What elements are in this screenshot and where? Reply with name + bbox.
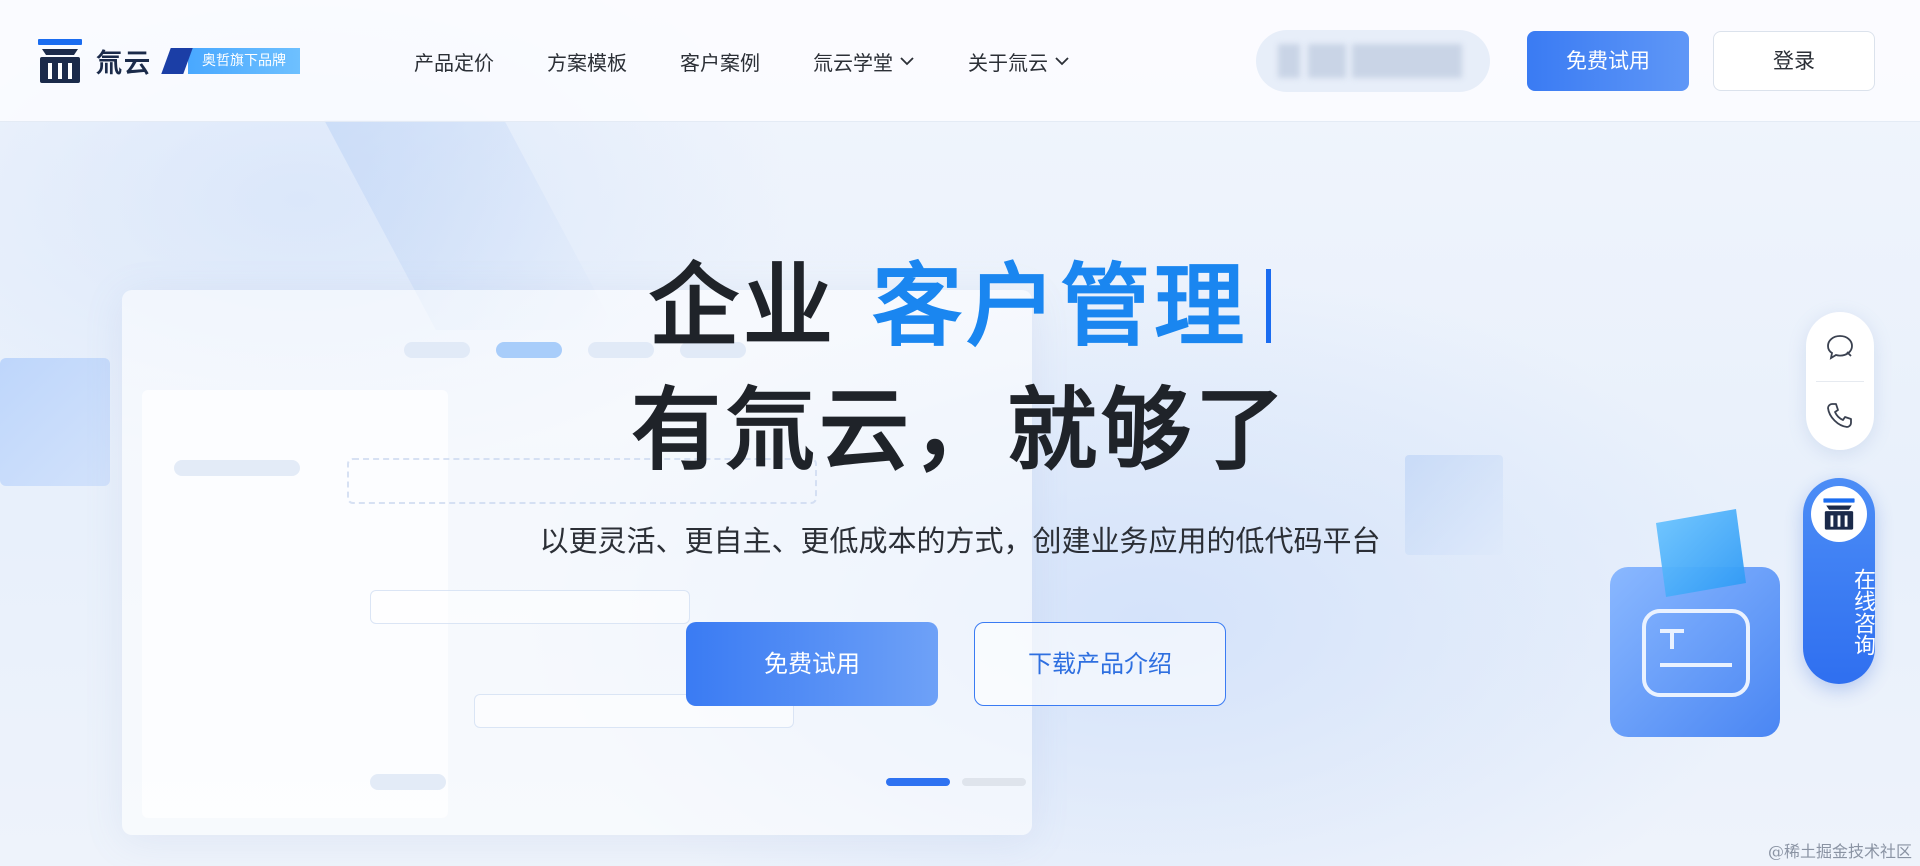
online-consult-button[interactable]: 在线咨询: [1803, 478, 1875, 684]
main-nav: 产品定价 方案模板 客户案例 氚云学堂 关于氚云: [414, 44, 1123, 78]
blurred-contact-area: [1256, 30, 1490, 92]
phone-icon[interactable]: [1825, 400, 1855, 430]
carousel-dot-1[interactable]: [886, 778, 950, 786]
logo[interactable]: 氚云 奥哲旗下品牌: [36, 37, 301, 85]
nav-item-templates[interactable]: 方案模板: [547, 47, 627, 76]
nav-item-pricing[interactable]: 产品定价: [414, 47, 494, 76]
consult-label: 在线咨询: [1850, 568, 1875, 656]
chat-bubble-icon[interactable]: [1825, 332, 1855, 362]
nav-item-label: 产品定价: [414, 50, 494, 75]
mockup-field: [370, 590, 690, 624]
blurred-block: [1278, 44, 1300, 78]
download-brochure-button[interactable]: 下载产品介绍: [974, 622, 1226, 706]
free-trial-button[interactable]: 免费试用: [1527, 31, 1689, 91]
headline-prefix: 企业: [648, 254, 837, 359]
nav-item-label: 关于氚云: [968, 50, 1048, 75]
headline-highlight: 客户管理: [872, 254, 1249, 359]
typing-caret: [1266, 269, 1272, 343]
login-button[interactable]: 登录: [1713, 31, 1875, 91]
blurred-block: [1308, 44, 1346, 78]
clipboard-illustration: [1604, 505, 1794, 745]
logo-text: 氚云: [96, 48, 153, 79]
nav-item-label: 氚云学堂: [813, 50, 893, 75]
watermark: @稀土掘金技术社区: [1767, 842, 1912, 861]
brand-badge-label: 奥哲旗下品牌: [188, 48, 301, 74]
nav-item-cases[interactable]: 客户案例: [680, 47, 760, 76]
divider: [1816, 381, 1864, 382]
nav-item-label: 方案模板: [547, 50, 627, 75]
brand-badge: 奥哲旗下品牌: [161, 48, 301, 74]
hero-headline: 企业 客户管理: [0, 252, 1920, 362]
logo-mark-icon: [1823, 498, 1855, 530]
carousel-indicator: [886, 778, 1038, 786]
nav-item-academy[interactable]: 氚云学堂: [813, 47, 915, 76]
hero-free-trial-button[interactable]: 免费试用: [686, 622, 938, 706]
consult-avatar: [1811, 486, 1867, 542]
carousel-dot-2[interactable]: [962, 778, 1026, 786]
nav-item-label: 客户案例: [680, 50, 760, 75]
chevron-down-icon: [900, 57, 914, 66]
mockup-placeholder: [370, 774, 446, 790]
top-navbar: 氚云 奥哲旗下品牌 产品定价 方案模板 客户案例 氚云学堂 关于氚云 免费试用 …: [0, 0, 1920, 122]
nav-item-about[interactable]: 关于氚云: [968, 47, 1070, 76]
logo-mark-icon: [36, 37, 84, 85]
blurred-block: [1352, 44, 1462, 78]
hero-headline-line2: 有氚云，就够了: [631, 378, 1289, 483]
background-app-mockup: [122, 290, 1032, 835]
floating-contact-panel: [1806, 312, 1874, 450]
chevron-down-icon: [1055, 57, 1069, 66]
